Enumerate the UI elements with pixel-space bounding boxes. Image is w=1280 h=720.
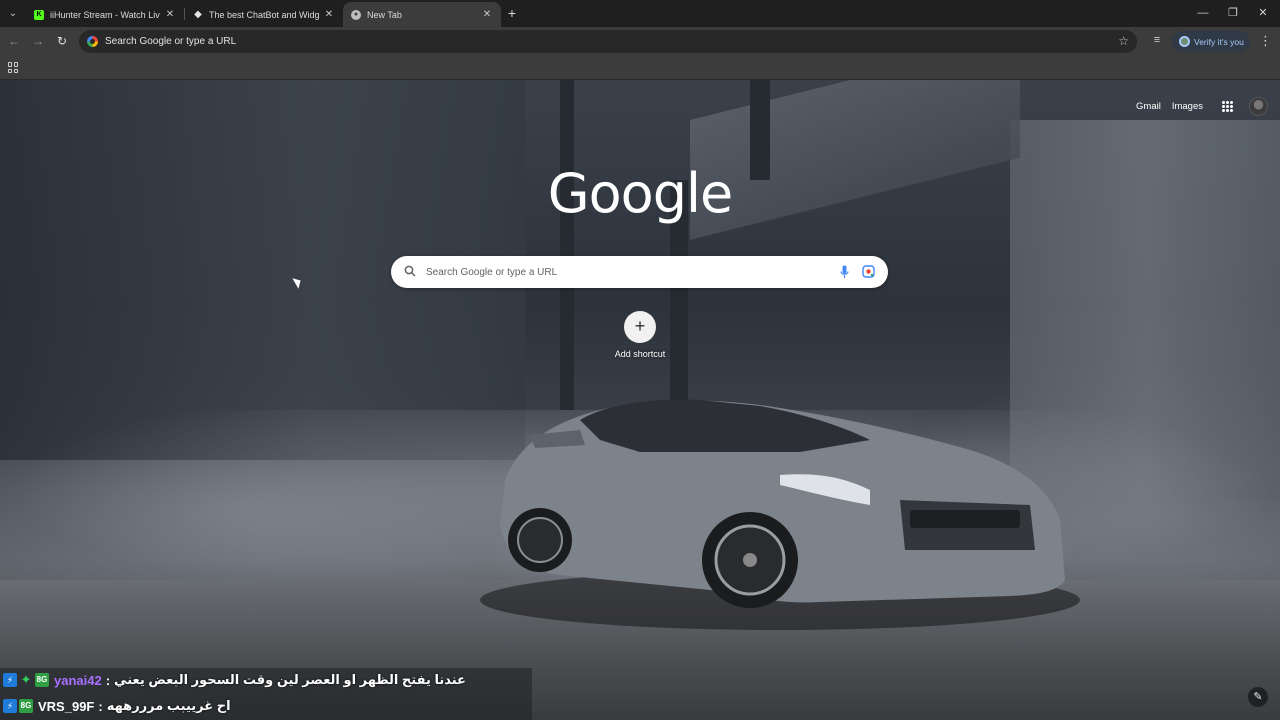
chat-separator: : xyxy=(105,672,111,688)
restore-button[interactable]: ❐ xyxy=(1223,4,1243,22)
reading-list-icon[interactable]: ≡ xyxy=(1149,34,1165,50)
chrome-icon: ● xyxy=(351,9,361,20)
tab-search-button[interactable]: ⌄ xyxy=(4,4,22,22)
chat-message: ⚡ 8G VRS_99F : اح غرييبب مرررههه xyxy=(3,695,231,717)
close-window-button[interactable]: ✕ xyxy=(1253,4,1273,22)
tab-new-tab[interactable]: ● New Tab ✕ xyxy=(343,2,501,27)
back-button[interactable]: ← xyxy=(5,32,23,50)
chat-message: ⚡ ✦ 8G yanai42 : عندنا يفتح الظهر او الع… xyxy=(3,669,466,691)
reload-button[interactable]: ↻ xyxy=(53,32,71,50)
chevron-down-icon: ⌄ xyxy=(8,7,18,19)
subscriber-badge-icon: 8G xyxy=(19,699,33,713)
gmail-link[interactable]: Gmail xyxy=(1136,101,1161,112)
lightning-badge-icon: ⚡ xyxy=(3,673,17,687)
chat-text: اح غرييبب مرررههه xyxy=(106,698,231,713)
close-icon[interactable]: ✕ xyxy=(323,9,335,20)
close-icon[interactable]: ✕ xyxy=(164,9,176,20)
google-icon xyxy=(87,36,98,47)
google-apps-icon[interactable] xyxy=(1222,100,1233,112)
close-icon[interactable]: ✕ xyxy=(481,9,493,20)
bookmark-star-icon[interactable]: ☆ xyxy=(1118,34,1129,48)
profile-icon xyxy=(1179,36,1190,47)
customize-pencil-icon[interactable]: ✎ xyxy=(1248,687,1268,707)
chat-separator: : xyxy=(98,698,103,714)
verify-label: Verify it's you xyxy=(1194,36,1244,47)
ntp-top-links: Gmail Images xyxy=(1136,96,1280,116)
tab-strip: ⌄ K iiHunter Stream - Watch Live on ✕ ◆ … xyxy=(0,0,1280,27)
search-placeholder: Search Google or type a URL xyxy=(426,266,558,278)
verify-identity-chip[interactable]: Verify it's you xyxy=(1172,31,1250,52)
google-lens-icon[interactable] xyxy=(862,265,875,278)
tab-kick-stream[interactable]: K iiHunter Stream - Watch Live on ✕ xyxy=(26,2,184,27)
address-bar-text: Search Google or type a URL xyxy=(105,36,237,47)
diamond-icon: ◆ xyxy=(194,9,202,20)
images-link[interactable]: Images xyxy=(1172,101,1203,112)
new-tab-page: Gmail Images Google Search Google or typ… xyxy=(0,80,1280,720)
subscriber-badge-icon: 8G xyxy=(35,673,49,687)
chat-username: VRS_99F xyxy=(38,698,95,714)
address-bar[interactable]: Search Google or type a URL ☆ xyxy=(79,30,1137,53)
tab-title: The best ChatBot and Widgets xyxy=(209,9,319,20)
apps-grid-icon[interactable] xyxy=(8,62,19,73)
chat-text: عندنا يفتح الظهر او العصر لين وقت السحور… xyxy=(114,672,466,687)
minimize-button[interactable]: — xyxy=(1193,4,1213,22)
google-logo: Google xyxy=(547,162,733,225)
tab-title: iiHunter Stream - Watch Live on xyxy=(50,9,160,20)
kick-icon: K xyxy=(34,9,44,20)
bookmarks-bar xyxy=(0,56,1280,80)
tab-chatbot-widgets[interactable]: ◆ The best ChatBot and Widgets ✕ xyxy=(185,2,343,27)
account-avatar[interactable] xyxy=(1249,96,1268,116)
ntp-search-box[interactable]: Search Google or type a URL xyxy=(391,256,888,288)
voice-search-icon[interactable] xyxy=(840,265,849,279)
forward-button[interactable]: → xyxy=(29,32,47,50)
sparkle-badge-icon: ✦ xyxy=(20,672,32,687)
add-shortcut-label: Add shortcut xyxy=(614,349,666,359)
tab-title: New Tab xyxy=(367,9,402,20)
chat-username: yanai42 xyxy=(54,672,102,688)
stream-chat-overlay: ⚡ ✦ 8G yanai42 : عندنا يفتح الظهر او الع… xyxy=(0,668,532,720)
browser-toolbar: ← → ↻ Search Google or type a URL ☆ ≡ xyxy=(0,27,1280,56)
lightning-badge-icon: ⚡ xyxy=(3,699,17,713)
plus-icon: + xyxy=(624,311,656,343)
add-shortcut-tile[interactable]: + Add shortcut xyxy=(600,311,680,359)
browser-menu-button[interactable]: ⋮ xyxy=(1259,33,1272,49)
search-icon xyxy=(404,265,418,279)
new-tab-button[interactable]: + xyxy=(505,6,519,20)
